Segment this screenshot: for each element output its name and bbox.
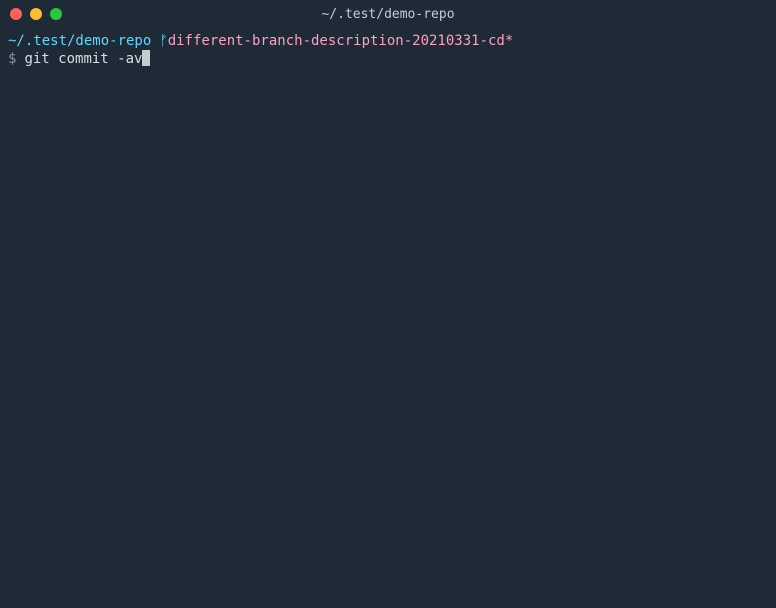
close-icon[interactable]: [10, 8, 22, 20]
minimize-icon[interactable]: [30, 8, 42, 20]
prompt-symbol: $: [8, 50, 16, 68]
terminal-body[interactable]: ~/.test/demo-repo ᚠdifferent-branch-descr…: [0, 28, 776, 608]
maximize-icon[interactable]: [50, 8, 62, 20]
branch-marker-icon: ᚠ: [159, 32, 167, 50]
prompt-line-1: ~/.test/demo-repo ᚠdifferent-branch-descr…: [8, 32, 768, 50]
cursor-icon: [142, 50, 150, 66]
prompt-branch: different-branch-description-20210331-cd…: [168, 32, 514, 50]
prompt-line-2: $ git commit -av: [8, 50, 768, 68]
prompt-path: ~/.test/demo-repo: [8, 32, 151, 50]
terminal-window: ~/.test/demo-repo ~/.test/demo-repo ᚠdiff…: [0, 0, 776, 608]
command-input[interactable]: git commit -av: [24, 50, 142, 68]
traffic-lights: [10, 8, 62, 20]
window-title: ~/.test/demo-repo: [321, 7, 454, 22]
titlebar[interactable]: ~/.test/demo-repo: [0, 0, 776, 28]
